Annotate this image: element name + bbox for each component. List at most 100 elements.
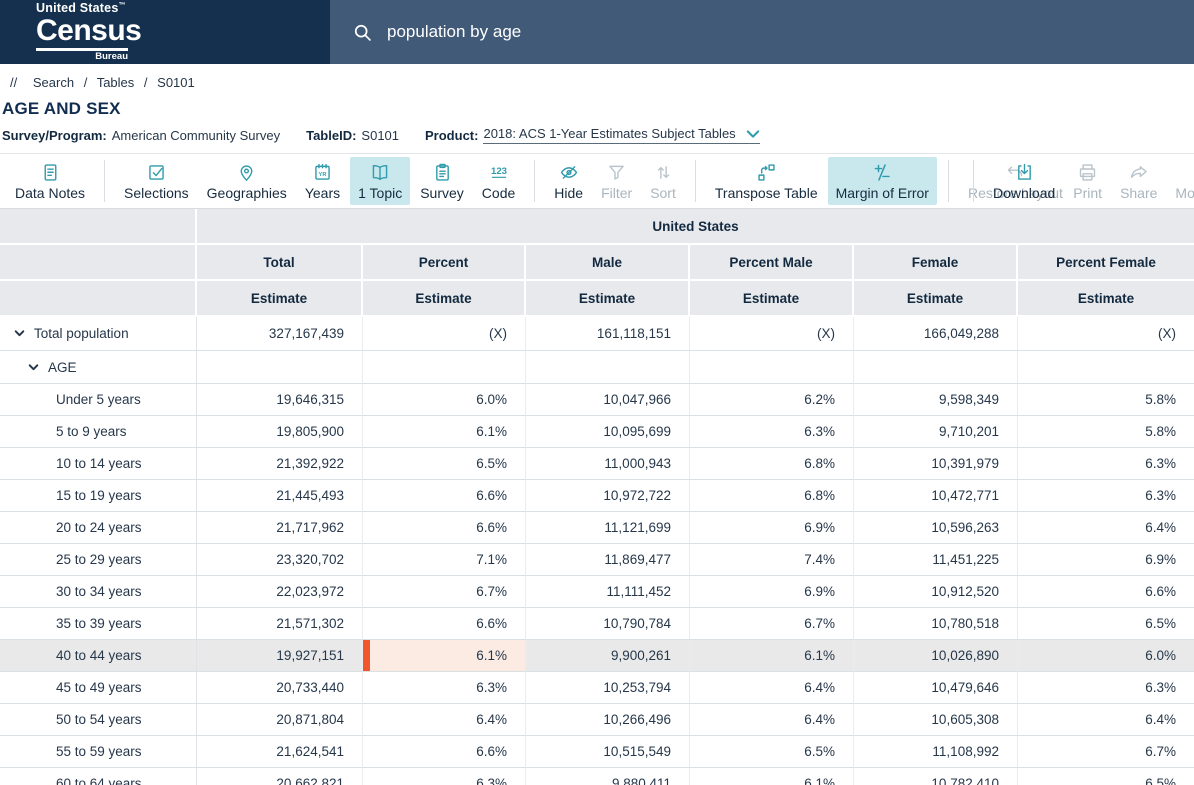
data-cell[interactable]: 10,605,308 (854, 704, 1018, 736)
data-cell[interactable]: 10,047,966 (526, 384, 690, 416)
data-cell[interactable]: 6.4% (1018, 512, 1194, 544)
estimate-subheader[interactable]: Estimate (690, 281, 854, 317)
data-cell[interactable]: 19,646,315 (197, 384, 363, 416)
data-cell[interactable]: 10,972,722 (526, 480, 690, 512)
toolbar-selections-button[interactable]: Selections (116, 157, 197, 205)
toolbar-margin-of-error-button[interactable]: Margin of Error (828, 157, 937, 205)
data-cell[interactable]: 20,662,821 (197, 768, 363, 785)
data-cell[interactable]: 10,780,518 (854, 608, 1018, 640)
data-cell[interactable]: 6.0% (1018, 640, 1194, 672)
data-cell[interactable]: 21,445,493 (197, 480, 363, 512)
data-cell[interactable]: 6.3% (1018, 672, 1194, 704)
data-cell[interactable]: 6.8% (690, 480, 854, 512)
toolbar-more-data-button[interactable]: FTP More Data (1167, 157, 1194, 205)
data-cell[interactable]: 23,320,702 (197, 544, 363, 576)
data-cell[interactable]: 11,000,943 (526, 448, 690, 480)
column-header-female[interactable]: Female (854, 245, 1018, 281)
column-header-percent-male[interactable]: Percent Male (690, 245, 854, 281)
row-label-cell[interactable]: 5 to 9 years (0, 416, 197, 448)
breadcrumb-search[interactable]: Search (33, 75, 74, 90)
data-cell[interactable]: 6.2% (690, 384, 854, 416)
toolbar-years-button[interactable]: YR Years (297, 157, 348, 205)
data-cell[interactable]: 10,782,410 (854, 768, 1018, 785)
data-cell[interactable] (363, 351, 526, 384)
data-cell[interactable]: (X) (690, 317, 854, 351)
data-cell[interactable]: 6.1% (690, 640, 854, 672)
data-cell[interactable]: 9,598,349 (854, 384, 1018, 416)
data-cell[interactable]: 19,927,151 (197, 640, 363, 672)
data-cell[interactable]: 21,392,922 (197, 448, 363, 480)
toolbar-data-notes-button[interactable]: Data Notes (7, 157, 93, 205)
row-label-cell[interactable]: 50 to 54 years (0, 704, 197, 736)
data-cell[interactable]: 10,912,520 (854, 576, 1018, 608)
data-cell[interactable] (197, 351, 363, 384)
data-cell[interactable]: (X) (363, 317, 526, 351)
row-label-cell[interactable]: Total population (0, 317, 197, 351)
toolbar-download-button[interactable]: Download (985, 157, 1063, 205)
data-cell[interactable]: 6.1% (363, 640, 526, 672)
search-input[interactable] (387, 22, 1087, 42)
row-expand-chevron-icon[interactable] (27, 361, 40, 374)
geo-header[interactable]: United States (197, 209, 1194, 245)
data-cell[interactable]: 6.3% (1018, 480, 1194, 512)
estimate-subheader[interactable]: Estimate (363, 281, 526, 317)
data-cell[interactable]: 10,479,646 (854, 672, 1018, 704)
data-cell[interactable]: 6.3% (1018, 448, 1194, 480)
data-cell[interactable]: 7.1% (363, 544, 526, 576)
row-label-cell[interactable]: 40 to 44 years (0, 640, 197, 672)
data-cell[interactable]: 11,121,699 (526, 512, 690, 544)
data-cell[interactable]: 5.8% (1018, 416, 1194, 448)
toolbar-hide-button[interactable]: Hide (546, 157, 591, 205)
data-cell[interactable]: 9,710,201 (854, 416, 1018, 448)
data-cell[interactable]: 11,869,477 (526, 544, 690, 576)
data-cell[interactable]: 19,805,900 (197, 416, 363, 448)
data-cell[interactable]: 6.7% (690, 608, 854, 640)
data-cell[interactable]: 6.4% (363, 704, 526, 736)
column-header-total[interactable]: Total (197, 245, 363, 281)
toolbar-survey-button[interactable]: Survey (412, 157, 472, 205)
data-cell[interactable]: 161,118,151 (526, 317, 690, 351)
row-label-cell[interactable]: 15 to 19 years (0, 480, 197, 512)
data-cell[interactable]: 11,108,992 (854, 736, 1018, 768)
data-cell[interactable]: 6.5% (363, 448, 526, 480)
data-cell[interactable]: 5.8% (1018, 384, 1194, 416)
row-label-cell[interactable]: 45 to 49 years (0, 672, 197, 704)
data-cell[interactable]: 6.6% (363, 480, 526, 512)
toolbar-geographies-button[interactable]: Geographies (199, 157, 295, 205)
data-cell[interactable]: 9,900,261 (526, 640, 690, 672)
data-cell[interactable]: 6.1% (690, 768, 854, 785)
data-cell[interactable]: 6.9% (690, 512, 854, 544)
data-cell[interactable]: 6.9% (1018, 544, 1194, 576)
data-cell[interactable]: 6.9% (690, 576, 854, 608)
data-cell[interactable]: 6.6% (363, 608, 526, 640)
data-cell[interactable]: 10,266,496 (526, 704, 690, 736)
data-cell[interactable]: 10,253,794 (526, 672, 690, 704)
toolbar-sort-button[interactable]: Sort (642, 157, 684, 205)
data-cell[interactable] (1018, 351, 1194, 384)
data-cell[interactable]: 7.4% (690, 544, 854, 576)
estimate-subheader[interactable]: Estimate (197, 281, 363, 317)
data-cell[interactable]: 6.1% (363, 416, 526, 448)
data-cell[interactable]: 22,023,972 (197, 576, 363, 608)
data-cell[interactable]: 10,790,784 (526, 608, 690, 640)
data-cell[interactable]: 6.6% (1018, 576, 1194, 608)
data-cell[interactable]: 10,391,979 (854, 448, 1018, 480)
estimate-subheader[interactable]: Estimate (1018, 281, 1194, 317)
row-label-cell[interactable]: 35 to 39 years (0, 608, 197, 640)
data-cell[interactable]: 6.5% (1018, 768, 1194, 785)
data-cell[interactable]: 9,880,411 (526, 768, 690, 785)
data-cell[interactable]: 6.5% (1018, 608, 1194, 640)
toolbar-transpose-table-button[interactable]: Transpose Table (707, 157, 826, 205)
toolbar-share-button[interactable]: Share (1112, 157, 1165, 205)
data-cell[interactable]: 21,624,541 (197, 736, 363, 768)
data-cell[interactable]: 21,571,302 (197, 608, 363, 640)
toolbar-topic-button[interactable]: 1 Topic (350, 157, 410, 205)
data-cell[interactable]: 6.4% (690, 672, 854, 704)
column-header-percent-female[interactable]: Percent Female (1018, 245, 1194, 281)
data-cell[interactable]: 6.3% (690, 416, 854, 448)
row-label-cell[interactable]: 20 to 24 years (0, 512, 197, 544)
data-cell[interactable]: 10,472,771 (854, 480, 1018, 512)
search-bar[interactable] (330, 0, 1194, 64)
data-cell[interactable]: 6.6% (363, 512, 526, 544)
column-header-percent[interactable]: Percent (363, 245, 526, 281)
